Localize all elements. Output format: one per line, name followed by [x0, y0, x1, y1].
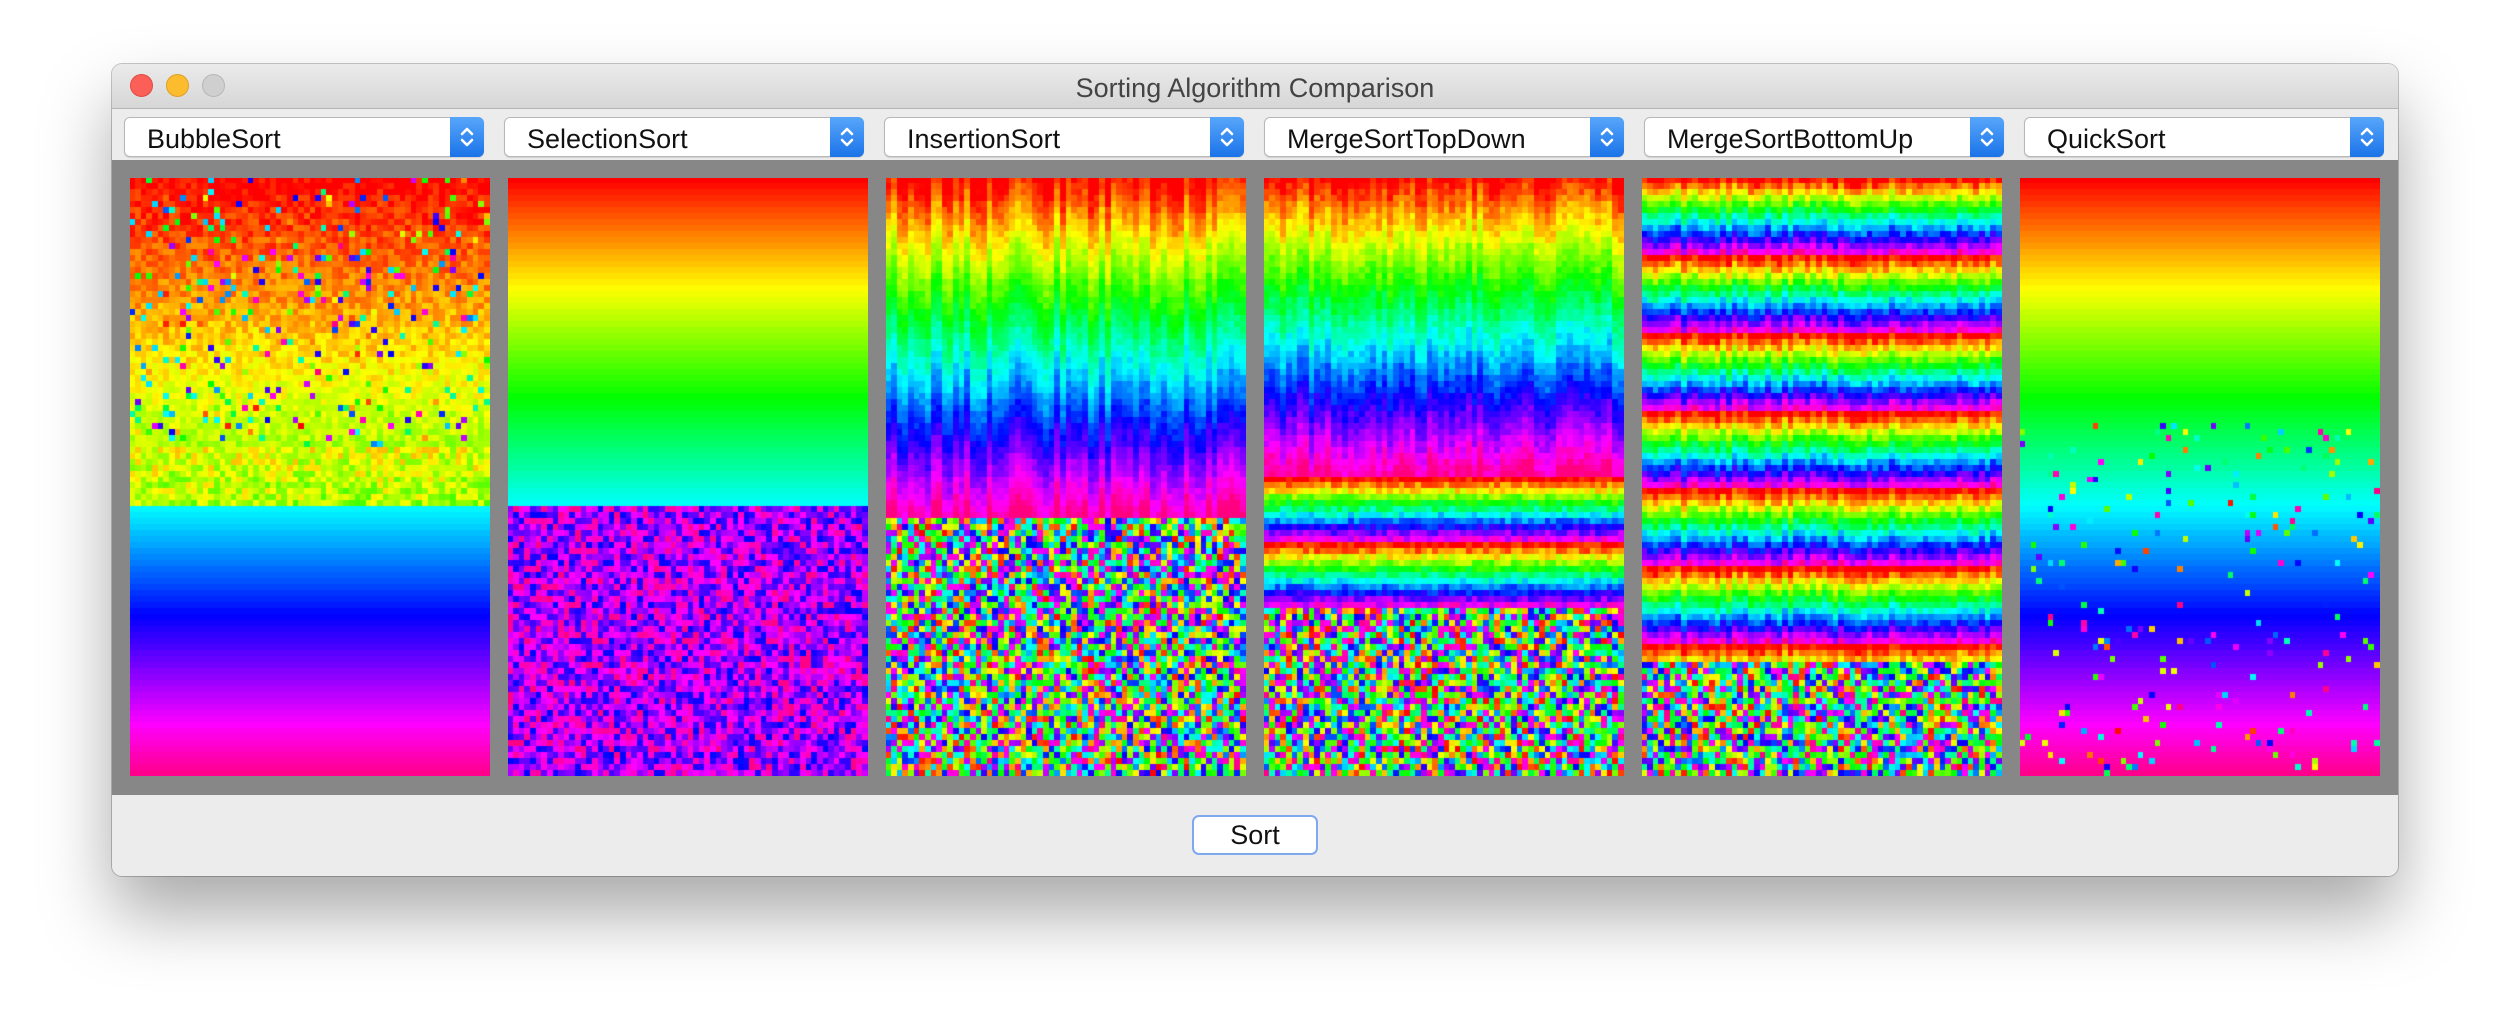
- app-window: Sorting Algorithm Comparison BubbleSort …: [112, 64, 2398, 876]
- algorithm-select-label: MergeSortBottomUp: [1667, 124, 1914, 154]
- algorithm-select-label: MergeSortTopDown: [1287, 124, 1526, 154]
- sort-visualization-panel: [130, 178, 490, 776]
- title-bar: Sorting Algorithm Comparison: [112, 64, 2398, 109]
- up-down-chevron-icon[interactable]: [1590, 117, 1624, 157]
- algorithm-select-5[interactable]: MergeSortBottomUp: [1644, 117, 2004, 157]
- algorithm-select-label: QuickSort: [2047, 124, 2166, 154]
- algorithm-select-1[interactable]: BubbleSort: [124, 117, 484, 157]
- algorithm-select-label: SelectionSort: [527, 124, 688, 154]
- algorithm-select-2[interactable]: SelectionSort: [504, 117, 864, 157]
- algorithm-selector-bar: BubbleSort SelectionSort InsertionSort M…: [112, 109, 2398, 159]
- up-down-chevron-icon[interactable]: [1210, 117, 1244, 157]
- sort-visualization-panel: [508, 178, 868, 776]
- bottom-bar: Sort: [112, 795, 2398, 876]
- algorithm-select-label: InsertionSort: [907, 124, 1061, 154]
- sort-button[interactable]: Sort: [1192, 815, 1318, 855]
- up-down-chevron-icon[interactable]: [830, 117, 864, 157]
- algorithm-select-4[interactable]: MergeSortTopDown: [1264, 117, 1624, 157]
- sort-visualization-panel: [2020, 178, 2380, 776]
- sort-visualization-panel: [886, 178, 1246, 776]
- up-down-chevron-icon[interactable]: [450, 117, 484, 157]
- algorithm-select-label: BubbleSort: [147, 124, 281, 154]
- sort-visualization-area: [112, 160, 2398, 795]
- sort-visualization-panel: [1264, 178, 1624, 776]
- up-down-chevron-icon[interactable]: [1970, 117, 2004, 157]
- algorithm-select-3[interactable]: InsertionSort: [884, 117, 1244, 157]
- algorithm-select-6[interactable]: QuickSort: [2024, 117, 2384, 157]
- sort-visualization-panel: [1642, 178, 2002, 776]
- window-title: Sorting Algorithm Comparison: [1075, 73, 1435, 103]
- up-down-chevron-icon[interactable]: [2350, 117, 2384, 157]
